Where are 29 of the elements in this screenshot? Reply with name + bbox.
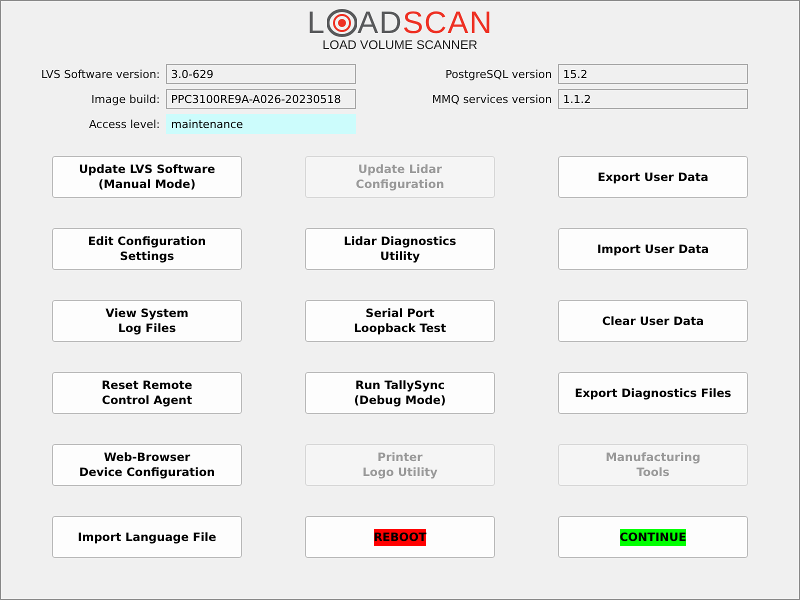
value-field: 3.0-629 — [166, 64, 356, 84]
action-button[interactable]: Serial Port Loopback Test — [305, 300, 495, 342]
action-button[interactable]: Clear User Data — [558, 300, 748, 342]
logo-subtitle: LOAD VOLUME SCANNER — [322, 38, 478, 52]
action-button[interactable]: Export User Data — [558, 156, 748, 198]
field-label: MMQ services version — [430, 92, 553, 106]
value-field: 15.2 — [558, 64, 748, 84]
action-button[interactable]: Update LVS Software (Manual Mode) — [52, 156, 242, 198]
value-field: maintenance — [166, 114, 356, 134]
action-button[interactable]: Import User Data — [558, 228, 748, 270]
logo-text: SCAN — [402, 9, 493, 37]
action-button[interactable]: Run TallySync (Debug Mode) — [305, 372, 495, 414]
logo-text: L — [307, 9, 326, 37]
value-field: 1.1.2 — [558, 89, 748, 109]
action-button[interactable]: Lidar Diagnostics Utility — [305, 228, 495, 270]
action-button[interactable]: Edit Configuration Settings — [52, 228, 242, 270]
action-button[interactable]: Export Diagnostics Files — [558, 372, 748, 414]
field-label: PostgreSQL version — [444, 68, 553, 80]
action-button[interactable]: Import Language File — [52, 516, 242, 558]
action-button[interactable]: Web-Browser Device Configuration — [52, 444, 242, 486]
value-field: PPC3100RE9A-A026-20230518 — [166, 89, 356, 109]
target-icon — [326, 9, 357, 37]
field-label: LVS Software version: — [40, 68, 161, 80]
field-label: Image build: — [90, 92, 161, 106]
field-label: Access level: — [88, 118, 161, 130]
action-button[interactable]: Reset Remote Control Agent — [52, 372, 242, 414]
logo-text: AD — [358, 9, 403, 37]
action-button[interactable]: CONTINUE — [558, 516, 748, 558]
action-button[interactable]: View System Log Files — [52, 300, 242, 342]
